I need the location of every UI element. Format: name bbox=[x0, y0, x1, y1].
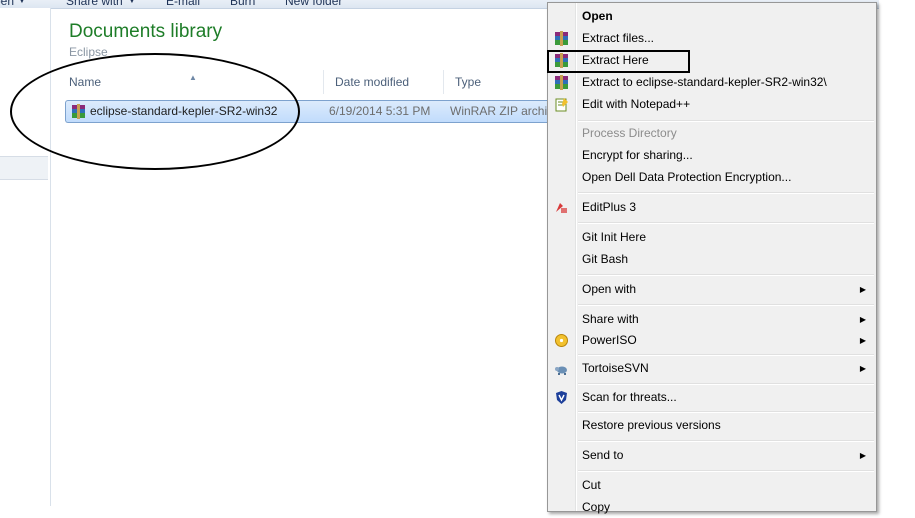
submenu-arrow-icon: ▶ bbox=[859, 336, 866, 345]
notepadpp-icon bbox=[555, 98, 568, 112]
toolbar-email-button[interactable]: E-mail bbox=[166, 0, 200, 8]
menu-item-label: Git Init Here bbox=[582, 230, 647, 244]
menu-item-extract-files[interactable]: Extract files... bbox=[548, 28, 876, 49]
menu-item-label: Encrypt for sharing... bbox=[582, 148, 693, 162]
nav-selected-item[interactable] bbox=[0, 156, 48, 180]
menu-item-label: PowerISO bbox=[582, 333, 637, 347]
menu-item-tortoisesvn[interactable]: TortoiseSVN ▶ bbox=[548, 358, 876, 379]
tortoisesvn-icon bbox=[555, 366, 567, 375]
menu-item-scan-threats[interactable]: Scan for threats... bbox=[548, 387, 876, 408]
submenu-arrow-icon: ▶ bbox=[859, 285, 866, 294]
menu-separator bbox=[578, 274, 874, 276]
annotation-highlight-box bbox=[547, 50, 690, 73]
menu-item-poweriso[interactable]: PowerISO ▶ bbox=[548, 330, 876, 351]
menu-item-editplus[interactable]: EditPlus 3 bbox=[548, 197, 876, 218]
toolbar-share-button[interactable]: Share with bbox=[66, 0, 123, 8]
menu-item-restore-versions[interactable]: Restore previous versions bbox=[548, 415, 876, 436]
menu-separator bbox=[578, 411, 874, 413]
menu-item-label: Process Directory bbox=[582, 126, 677, 140]
menu-item-label: Open with bbox=[582, 282, 637, 296]
menu-separator bbox=[578, 120, 874, 122]
menu-item-share-with[interactable]: Share with ▶ bbox=[548, 309, 876, 330]
menu-item-label: TortoiseSVN bbox=[582, 361, 649, 375]
menu-item-edit-notepadpp[interactable]: Edit with Notepad++ bbox=[548, 94, 876, 115]
menu-separator bbox=[578, 383, 874, 385]
file-date-modified: 6/19/2014 5:31 PM bbox=[329, 104, 431, 118]
menu-item-open-with[interactable]: Open with ▶ bbox=[548, 279, 876, 300]
winrar-icon bbox=[555, 31, 568, 46]
menu-item-open[interactable]: Open bbox=[548, 6, 876, 27]
menu-item-label: Edit with Notepad++ bbox=[582, 97, 691, 111]
menu-item-git-init[interactable]: Git Init Here bbox=[548, 227, 876, 248]
column-type-label: Type bbox=[455, 75, 482, 89]
menu-item-label: Copy bbox=[582, 500, 611, 514]
toolbar-open-button[interactable]: pen bbox=[0, 0, 14, 8]
background-strip bbox=[879, 0, 915, 506]
winrar-icon bbox=[555, 75, 568, 90]
menu-item-send-to[interactable]: Send to ▶ bbox=[548, 445, 876, 466]
menu-item-cut[interactable]: Cut bbox=[548, 475, 876, 496]
menu-item-git-bash[interactable]: Git Bash bbox=[548, 249, 876, 270]
column-type[interactable]: Type bbox=[444, 70, 558, 94]
menu-item-label: Extract files... bbox=[582, 31, 655, 45]
menu-item-dell-encryption[interactable]: Open Dell Data Protection Encryption... bbox=[548, 167, 876, 188]
context-menu: Open Extract files... Extract Here Extra… bbox=[547, 2, 877, 514]
menu-item-label: Send to bbox=[582, 448, 624, 462]
file-type: WinRAR ZIP archive bbox=[450, 104, 560, 118]
chevron-down-icon[interactable]: ▼ bbox=[128, 0, 136, 5]
menu-item-label: Scan for threats... bbox=[582, 390, 677, 404]
menu-separator bbox=[578, 470, 874, 472]
menu-item-extract-here[interactable]: Extract Here bbox=[547, 50, 876, 73]
menu-item-extract-to[interactable]: Extract to eclipse-standard-kepler-SR2-w… bbox=[548, 72, 876, 93]
column-date-modified[interactable]: Date modified bbox=[324, 70, 444, 94]
menu-item-label: Open bbox=[582, 9, 613, 23]
menu-separator bbox=[578, 222, 874, 224]
menu-item-encrypt-sharing[interactable]: Encrypt for sharing... bbox=[548, 145, 876, 166]
menu-separator bbox=[578, 440, 874, 442]
menu-separator bbox=[578, 304, 874, 306]
poweriso-icon bbox=[555, 334, 568, 347]
submenu-arrow-icon: ▶ bbox=[859, 315, 866, 324]
menu-item-copy[interactable]: Copy bbox=[548, 497, 876, 518]
menu-item-process-directory: Process Directory bbox=[548, 123, 876, 144]
menu-item-label: EditPlus 3 bbox=[582, 200, 637, 214]
chevron-down-icon[interactable]: ▼ bbox=[18, 0, 26, 5]
menu-item-label: Cut bbox=[582, 478, 601, 492]
submenu-arrow-icon: ▶ bbox=[859, 364, 866, 373]
toolbar-burn-button[interactable]: Burn bbox=[230, 0, 255, 8]
menu-item-label: Restore previous versions bbox=[582, 418, 721, 432]
menu-separator bbox=[578, 354, 874, 356]
library-title: Documents library bbox=[69, 21, 223, 42]
submenu-arrow-icon: ▶ bbox=[859, 451, 866, 460]
annotation-ellipse bbox=[10, 53, 300, 170]
menu-separator bbox=[578, 192, 874, 194]
column-date-label: Date modified bbox=[335, 75, 410, 89]
editplus-icon bbox=[556, 203, 567, 213]
shield-icon bbox=[556, 391, 567, 404]
menu-item-label: Open Dell Data Protection Encryption... bbox=[582, 170, 792, 184]
menu-item-label: Share with bbox=[582, 312, 639, 326]
toolbar-new-folder-button[interactable]: New folder bbox=[285, 0, 342, 8]
menu-item-label: Git Bash bbox=[582, 252, 629, 266]
menu-item-label: Extract to eclipse-standard-kepler-SR2-w… bbox=[582, 75, 827, 89]
